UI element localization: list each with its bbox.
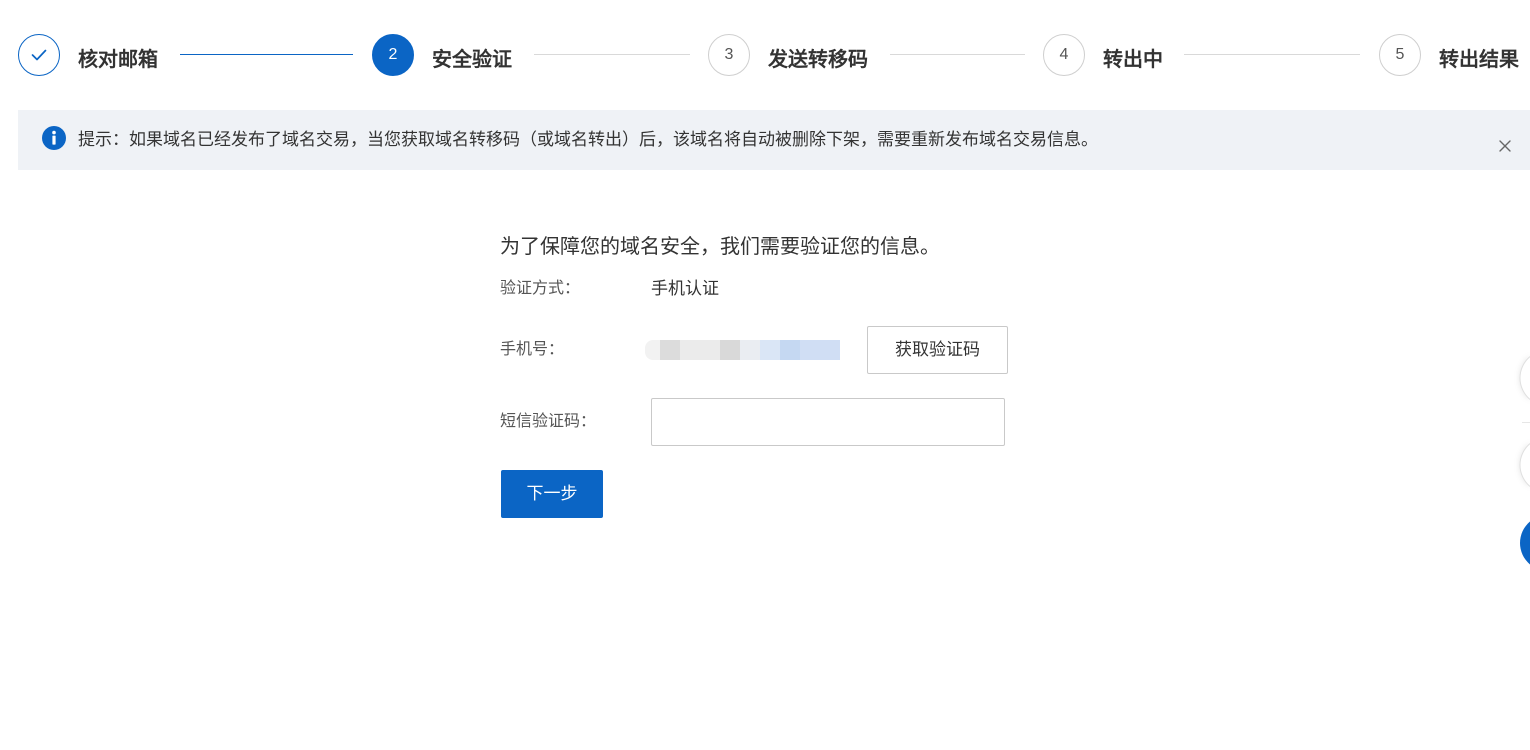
get-verification-code-button[interactable]: 获取验证码 <box>867 326 1008 374</box>
step-number: 2 <box>388 46 398 63</box>
step-connector <box>1184 54 1360 55</box>
info-icon <box>42 126 66 150</box>
step-circle: 4 <box>1043 34 1085 76</box>
masked-phone-block <box>740 340 760 360</box>
step-circle <box>18 34 60 76</box>
step-transferring: 4 转出中 <box>1043 0 1167 90</box>
step-label: 转出结果 <box>1439 49 1519 71</box>
verification-form: 为了保障您的域名安全，我们需要验证您的信息。 验证方式： 手机认证 手机号： 获… <box>500 225 1010 525</box>
phone-number-masked <box>645 340 840 360</box>
sms-code-label: 短信验证码： <box>500 413 597 430</box>
masked-phone-block <box>800 340 840 360</box>
step-label: 核对邮箱 <box>78 49 158 71</box>
step-send-transfer-code: 3 发送转移码 <box>708 0 874 90</box>
check-icon <box>31 49 47 61</box>
step-verify-email: 核对邮箱 <box>18 0 164 90</box>
step-connector <box>534 54 690 55</box>
verify-method-label: 验证方式： <box>500 280 581 297</box>
step-label: 转出中 <box>1103 49 1163 71</box>
progress-stepper: 核对邮箱 2 安全验证 3 发送转移码 4 转出中 5 转出结果 <box>0 0 1530 95</box>
step-circle: 3 <box>708 34 750 76</box>
verify-method-value: 手机认证 <box>651 279 719 298</box>
step-circle: 5 <box>1379 34 1421 76</box>
step-number: 5 <box>1395 46 1405 63</box>
floating-toolbar-divider <box>1522 422 1530 423</box>
step-number: 3 <box>724 46 734 63</box>
phone-label: 手机号： <box>500 341 565 358</box>
floating-primary-button[interactable] <box>1516 515 1530 571</box>
form-heading: 为了保障您的域名安全，我们需要验证您的信息。 <box>500 236 940 258</box>
sms-code-input[interactable] <box>651 398 1005 446</box>
next-step-button[interactable]: 下一步 <box>501 470 603 518</box>
notice-banner: 提示：如果域名已经发布了域名交易，当您获取域名转移码（或域名转出）后，该域名将自… <box>18 110 1530 170</box>
masked-phone-block <box>645 340 660 360</box>
step-circle: 2 <box>372 34 414 76</box>
step-connector <box>890 54 1025 55</box>
step-label: 安全验证 <box>432 49 512 71</box>
step-number: 4 <box>1059 46 1069 63</box>
step-security-verification: 2 安全验证 <box>372 0 518 90</box>
masked-phone-block <box>780 340 800 360</box>
step-label: 发送转移码 <box>768 49 868 71</box>
floating-button[interactable] <box>1516 350 1530 406</box>
masked-phone-block <box>660 340 680 360</box>
masked-phone-block <box>680 340 720 360</box>
step-transfer-result: 5 转出结果 <box>1379 0 1523 90</box>
step-connector <box>180 54 353 55</box>
masked-phone-block <box>760 340 780 360</box>
notice-close-button[interactable] <box>1493 134 1517 158</box>
notice-text: 提示：如果域名已经发布了域名交易，当您获取域名转移码（或域名转出）后，该域名将自… <box>78 130 1098 149</box>
floating-button[interactable] <box>1516 437 1530 493</box>
close-icon[interactable] <box>1499 140 1511 152</box>
masked-phone-block <box>720 340 740 360</box>
